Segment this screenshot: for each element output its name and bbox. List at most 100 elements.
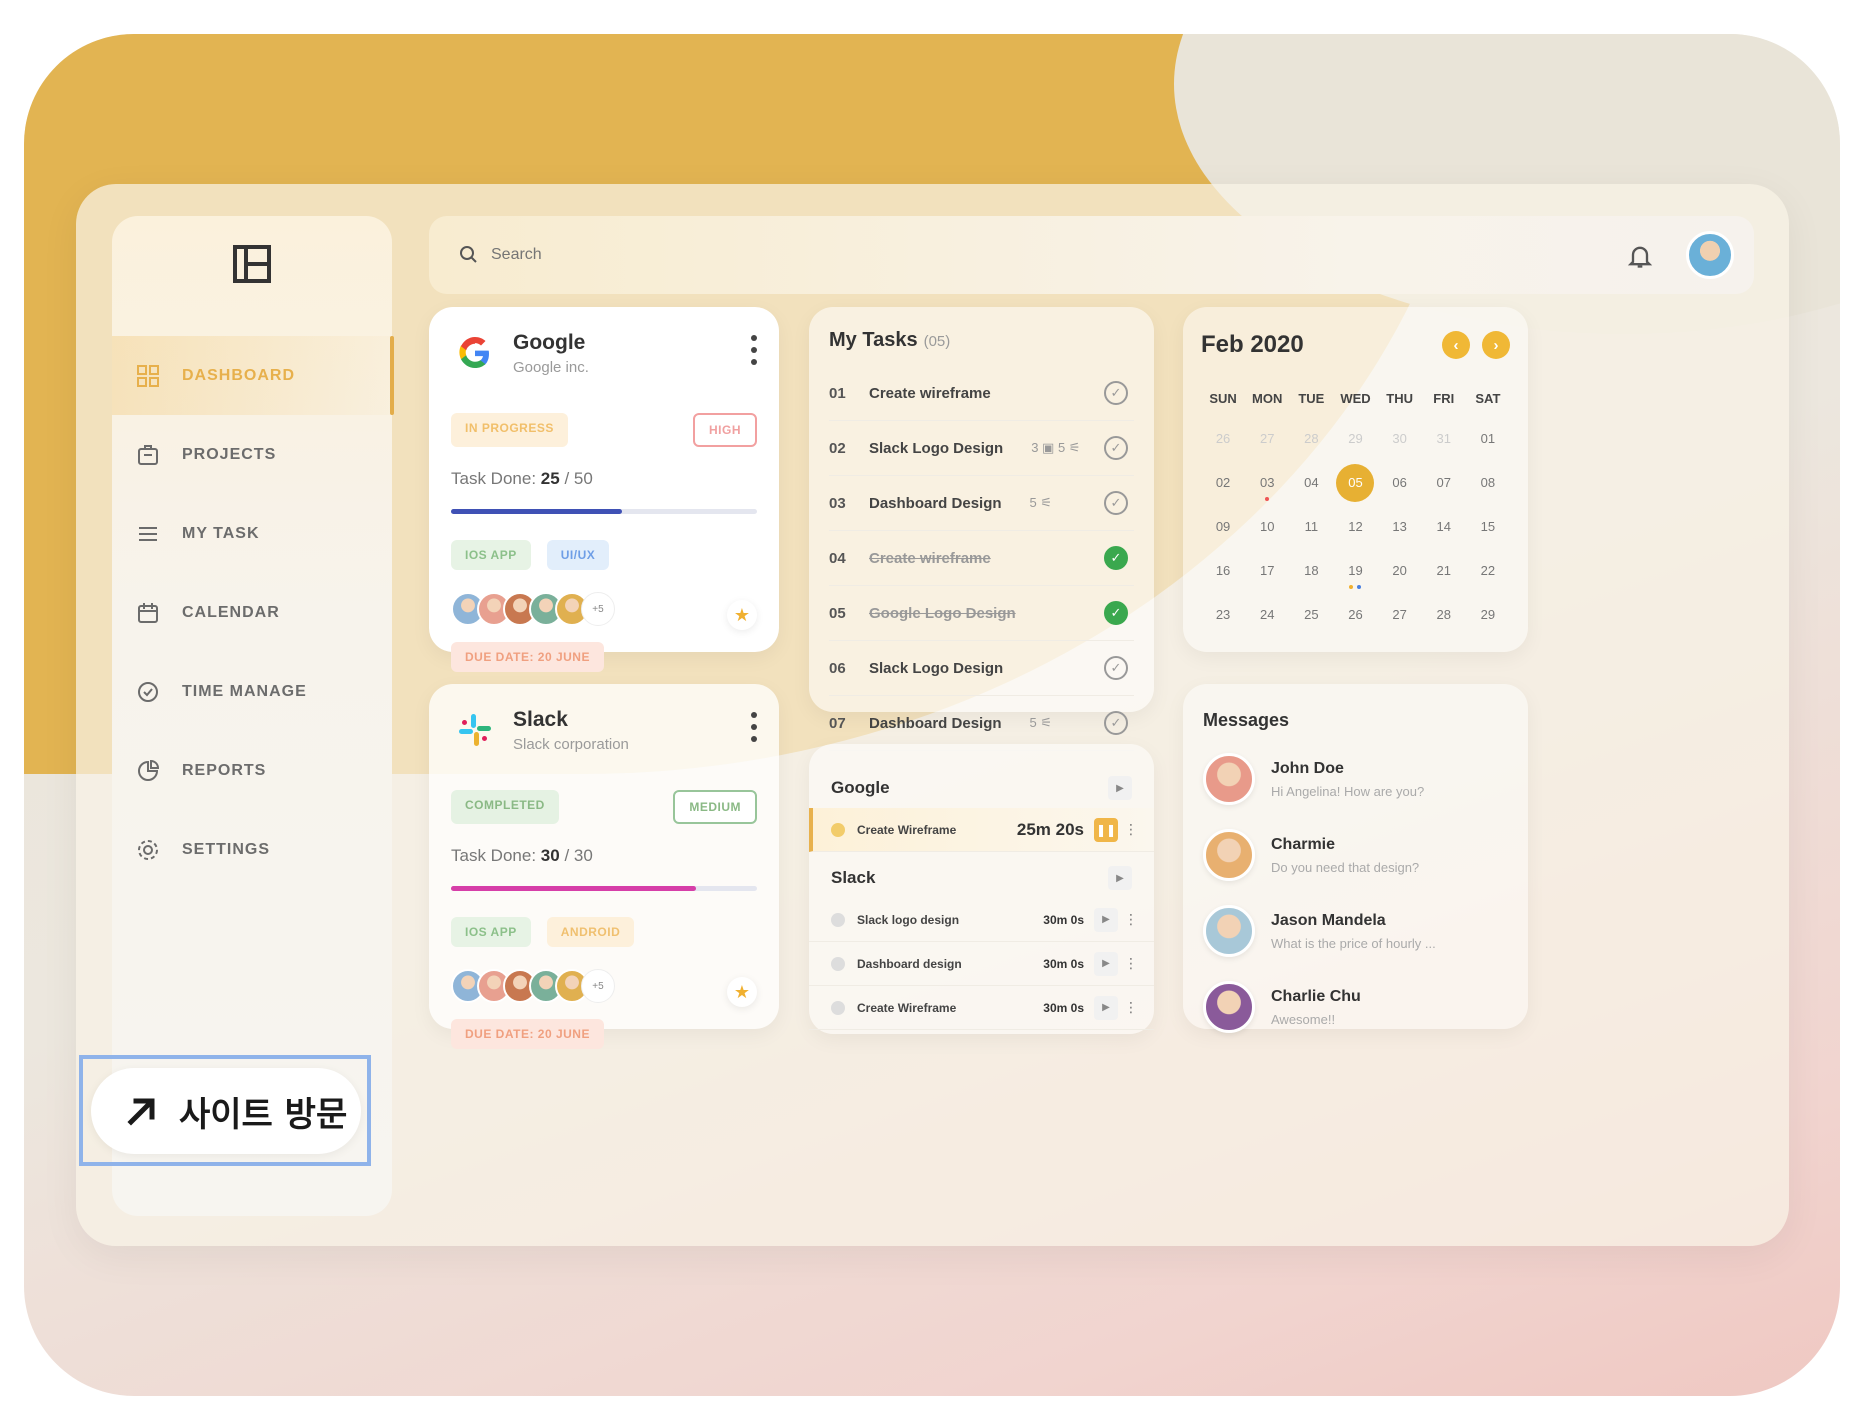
- calendar-day[interactable]: 17: [1245, 549, 1289, 593]
- contact-avatar[interactable]: [1203, 829, 1255, 881]
- calendar-day[interactable]: 12: [1333, 505, 1377, 549]
- task-row[interactable]: 02 Slack Logo Design 3 ▣ 5 ⚟ ✓: [829, 421, 1134, 476]
- user-avatar[interactable]: [1686, 231, 1734, 279]
- play-icon[interactable]: ▶: [1094, 907, 1118, 932]
- sidebar-item-reports[interactable]: REPORTS: [112, 731, 392, 810]
- project-card-google[interactable]: Google Google inc. IN PROGRESS HIGH Task Don…: [429, 307, 779, 672]
- task-check-icon[interactable]: ✓: [1104, 381, 1128, 405]
- sidebar-item-dashboard[interactable]: DASHBOARD: [112, 336, 394, 415]
- calendar-day[interactable]: 21: [1422, 549, 1466, 593]
- calendar-day[interactable]: 22: [1466, 549, 1510, 593]
- more-options-icon[interactable]: ⋮: [1124, 911, 1138, 928]
- calendar-day[interactable]: 10: [1245, 505, 1289, 549]
- more-options-icon[interactable]: ⋮: [1124, 821, 1138, 838]
- more-members-badge[interactable]: +5: [581, 592, 615, 626]
- task-row[interactable]: 03 Dashboard Design 5 ⚟ ✓: [829, 476, 1134, 531]
- calendar-day[interactable]: 29: [1333, 417, 1377, 461]
- more-options-icon[interactable]: [751, 712, 757, 742]
- search-input[interactable]: [491, 246, 1391, 264]
- message-row[interactable]: John Doe Hi Angelina! How are you?: [1203, 751, 1508, 807]
- task-check-icon[interactable]: ✓: [1104, 601, 1128, 625]
- app-logo[interactable]: [232, 244, 272, 284]
- priority-badge: MEDIUM: [673, 790, 757, 824]
- star-icon[interactable]: ★: [727, 977, 757, 1007]
- calendar-day[interactable]: 07: [1422, 461, 1466, 505]
- task-row[interactable]: 07 Dashboard Design 5 ⚟ ✓: [829, 696, 1134, 751]
- calendar-day[interactable]: 28: [1422, 593, 1466, 637]
- calendar-day[interactable]: 11: [1289, 505, 1333, 549]
- bell-icon[interactable]: [1626, 242, 1654, 270]
- calendar-day[interactable]: 26: [1333, 593, 1377, 637]
- calendar-day[interactable]: 29: [1466, 593, 1510, 637]
- play-icon[interactable]: ▶: [1094, 951, 1118, 976]
- calendar-day[interactable]: 19: [1333, 549, 1377, 593]
- prev-month-button[interactable]: ‹: [1442, 331, 1470, 359]
- sidebar-item-calendar[interactable]: CALENDAR: [112, 573, 392, 652]
- calendar-day[interactable]: 15: [1466, 505, 1510, 549]
- message-row[interactable]: Charmie Do you need that design?: [1203, 827, 1508, 883]
- calendar-day[interactable]: 16: [1201, 549, 1245, 593]
- task-row[interactable]: 06 Slack Logo Design ✓: [829, 641, 1134, 696]
- calendar-day[interactable]: 30: [1378, 417, 1422, 461]
- calendar-day[interactable]: 08: [1466, 461, 1510, 505]
- calendar-day[interactable]: 27: [1245, 417, 1289, 461]
- timer-track-row[interactable]: Slack logo design 30m 0s ▶ ⋮: [809, 898, 1154, 942]
- project-card-slack[interactable]: Slack Slack corporation COMPLETED MEDIUM Tas…: [429, 684, 779, 1049]
- calendar-day[interactable]: 01: [1466, 417, 1510, 461]
- calendar-day[interactable]: 18: [1289, 549, 1333, 593]
- task-row[interactable]: 05 Google Logo Design ✓: [829, 586, 1134, 641]
- tag[interactable]: IOS APP: [451, 540, 531, 570]
- contact-avatar[interactable]: [1203, 905, 1255, 957]
- calendar-day[interactable]: 23: [1201, 593, 1245, 637]
- calendar-day-today[interactable]: 05: [1333, 461, 1377, 505]
- timer-track-row[interactable]: Create Wireframe 30m 0s ▶ ⋮: [809, 986, 1154, 1030]
- more-members-badge[interactable]: +5: [581, 969, 615, 1003]
- more-options-icon[interactable]: ⋮: [1124, 999, 1138, 1016]
- sidebar-item-projects[interactable]: PROJECTS: [112, 415, 392, 494]
- calendar-day[interactable]: 28: [1289, 417, 1333, 461]
- next-month-button[interactable]: ›: [1482, 331, 1510, 359]
- calendar-day[interactable]: 25: [1289, 593, 1333, 637]
- calendar-day[interactable]: 14: [1422, 505, 1466, 549]
- calendar-day[interactable]: 04: [1289, 461, 1333, 505]
- play-icon[interactable]: ▶: [1108, 776, 1132, 800]
- play-icon[interactable]: ▶: [1094, 995, 1118, 1020]
- task-check-icon[interactable]: ✓: [1104, 711, 1128, 735]
- sidebar-item-my-task[interactable]: MY TASK: [112, 494, 392, 573]
- star-icon[interactable]: ★: [727, 600, 757, 630]
- calendar-day[interactable]: 06: [1378, 461, 1422, 505]
- message-row[interactable]: Jason Mandela What is the price of hourly…: [1203, 903, 1508, 959]
- calendar-day[interactable]: 20: [1378, 549, 1422, 593]
- calendar-day[interactable]: 31: [1422, 417, 1466, 461]
- message-list: John Doe Hi Angelina! How are you? Charmie…: [1203, 751, 1508, 1035]
- task-check-icon[interactable]: ✓: [1104, 436, 1128, 460]
- tag[interactable]: IOS APP: [451, 917, 531, 947]
- tag[interactable]: UI/UX: [546, 540, 610, 570]
- task-row[interactable]: 01 Create wireframe ✓: [829, 366, 1134, 421]
- pause-icon[interactable]: ❚❚: [1094, 817, 1118, 842]
- task-number: 03: [829, 494, 846, 512]
- more-options-icon[interactable]: ⋮: [1124, 955, 1138, 972]
- calendar-day[interactable]: 24: [1245, 593, 1289, 637]
- play-icon[interactable]: ▶: [1108, 866, 1132, 890]
- more-options-icon[interactable]: [751, 335, 757, 365]
- task-check-icon[interactable]: ✓: [1104, 491, 1128, 515]
- visit-site-button[interactable]: 사이트 방문: [91, 1068, 361, 1154]
- contact-avatar[interactable]: [1203, 981, 1255, 1033]
- contact-avatar[interactable]: [1203, 753, 1255, 805]
- calendar-day[interactable]: 27: [1378, 593, 1422, 637]
- task-row[interactable]: 04 Create wireframe ✓: [829, 531, 1134, 586]
- timer-track-row[interactable]: Create Wireframe 25m 20s ❚❚ ⋮: [809, 808, 1154, 852]
- task-check-icon[interactable]: ✓: [1104, 546, 1128, 570]
- tag[interactable]: ANDROID: [546, 917, 635, 947]
- calendar-day[interactable]: 26: [1201, 417, 1245, 461]
- sidebar-item-time-manage[interactable]: TIME MANAGE: [112, 652, 392, 731]
- timer-track-row[interactable]: Dashboard design 30m 0s ▶ ⋮: [809, 942, 1154, 986]
- calendar-day[interactable]: 03: [1245, 461, 1289, 505]
- calendar-day[interactable]: 13: [1378, 505, 1422, 549]
- calendar-day[interactable]: 09: [1201, 505, 1245, 549]
- task-check-icon[interactable]: ✓: [1104, 656, 1128, 680]
- sidebar-item-settings[interactable]: SETTINGS: [112, 810, 392, 889]
- message-row[interactable]: Charlie Chu Awesome!!: [1203, 979, 1508, 1035]
- calendar-day[interactable]: 02: [1201, 461, 1245, 505]
